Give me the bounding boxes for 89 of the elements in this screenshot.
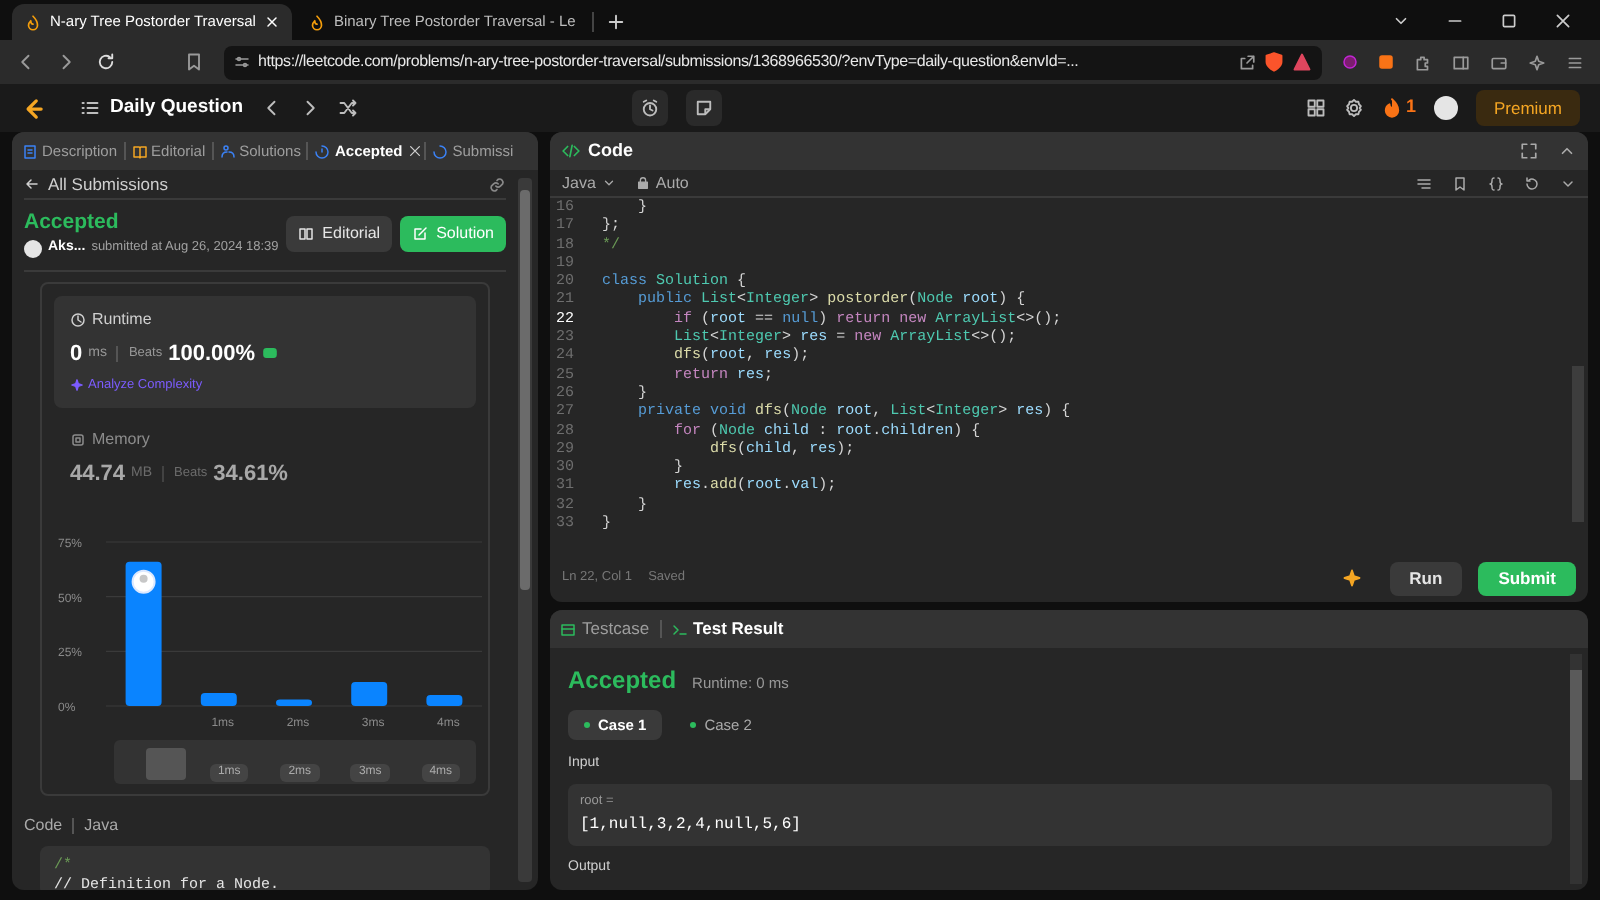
close-icon[interactable] — [1554, 12, 1572, 30]
grid-icon[interactable] — [1305, 98, 1326, 118]
list-icon[interactable] — [80, 98, 100, 118]
tab-icon — [314, 143, 331, 159]
flame-icon — [307, 13, 326, 31]
badge-icon — [261, 346, 278, 361]
sparkle-icon[interactable] — [1341, 568, 1362, 588]
code-icon — [562, 142, 580, 160]
reload-icon[interactable] — [96, 52, 116, 72]
note-button[interactable] — [685, 90, 722, 126]
chevron-down-icon[interactable] — [1392, 12, 1410, 30]
button-icon — [412, 226, 429, 243]
metric-value: 44.74 — [70, 459, 126, 490]
param-value: [1,null,3,2,4,null,5,6] — [580, 814, 803, 839]
mode-toggle[interactable]: Auto — [635, 171, 689, 195]
beats-value: 100.00% — [168, 339, 256, 369]
tab-icon — [671, 621, 688, 637]
streak-count: 1 — [1405, 94, 1416, 121]
chart-bar — [200, 693, 237, 707]
flame-icon — [1381, 98, 1402, 118]
lock-icon — [635, 176, 650, 190]
sparkle-icon — [70, 378, 84, 393]
submission-status: Accepted — [24, 210, 121, 234]
metric-icon — [70, 311, 86, 327]
alarm-icon — [639, 98, 660, 118]
shield-icon[interactable] — [1264, 52, 1284, 72]
panel-tab[interactable]: Test Result — [671, 616, 784, 642]
reset-icon[interactable] — [1524, 175, 1540, 191]
wallet-icon[interactable] — [1490, 53, 1508, 71]
code-label: Code — [24, 814, 63, 839]
beats-value: 34.61% — [213, 459, 288, 490]
address-field[interactable]: https://leetcode.com/problems/n-ary-tree-postorder-traversal/submissions/1368966530/?envType=daily-question&envId=... — [224, 45, 1322, 79]
avatar[interactable] — [24, 239, 42, 258]
chart-bar — [276, 699, 312, 707]
language-select[interactable]: Java — [562, 171, 616, 195]
user-marker-icon — [131, 570, 156, 595]
panel-tab[interactable]: Testcase — [560, 616, 650, 642]
metric-value: 0 — [70, 339, 83, 369]
arrow-left-icon — [24, 176, 40, 192]
back-link[interactable]: All Submissions — [24, 171, 168, 197]
share-icon[interactable] — [1238, 53, 1256, 71]
tab-icon — [560, 621, 576, 637]
tab-icon — [432, 143, 449, 159]
puzzle-icon[interactable] — [1414, 53, 1432, 71]
chart-bar — [351, 682, 388, 707]
chevron-up-icon[interactable] — [1558, 142, 1576, 160]
scrollbar[interactable] — [518, 178, 532, 882]
shuffle-icon[interactable] — [337, 98, 358, 118]
menu-icon[interactable] — [1566, 53, 1584, 71]
button-icon — [298, 226, 315, 243]
format-icon[interactable] — [1416, 175, 1432, 191]
sparkle-icon[interactable] — [1528, 53, 1546, 71]
bookmark-icon[interactable] — [1452, 175, 1468, 191]
expand-icon[interactable] — [1520, 142, 1538, 160]
alarm-button[interactable] — [631, 90, 668, 126]
braces-icon[interactable] — [1488, 175, 1504, 191]
chevron-down-icon[interactable] — [1560, 175, 1576, 191]
bookmark-icon[interactable] — [184, 52, 204, 72]
run-button[interactable]: Run — [1389, 561, 1463, 595]
metric-title: Runtime — [92, 307, 152, 331]
sidebar-icon[interactable] — [1452, 53, 1470, 71]
plus-icon[interactable] — [605, 12, 626, 32]
metric-icon — [70, 431, 86, 448]
flame-icon — [24, 13, 42, 31]
editorial-button[interactable]: Editorial — [286, 216, 393, 253]
maximize-icon[interactable] — [1500, 12, 1518, 30]
tab-icon — [22, 143, 38, 159]
settings-icon[interactable] — [1343, 98, 1364, 118]
close-icon[interactable] — [408, 144, 423, 158]
range-handle[interactable] — [146, 748, 186, 781]
note-icon — [693, 98, 714, 118]
link-icon[interactable] — [488, 175, 506, 193]
nav-title[interactable]: Daily Question — [110, 93, 244, 123]
panel-title: Code — [588, 137, 633, 164]
scrollbar[interactable] — [1570, 654, 1582, 884]
chevron-down-icon — [601, 176, 616, 190]
avatar[interactable] — [1433, 96, 1458, 120]
square-icon[interactable] — [1378, 54, 1394, 70]
premium-button[interactable]: Premium — [1475, 90, 1580, 126]
settings-sliders-icon — [234, 54, 250, 70]
close-icon[interactable] — [263, 14, 280, 30]
triangle-icon[interactable] — [1292, 52, 1312, 72]
metric-title: Memory — [92, 427, 150, 452]
tab-icon — [219, 143, 236, 159]
result-status: Accepted — [568, 664, 677, 698]
chart-bar — [426, 695, 463, 707]
tab-icon — [131, 143, 148, 159]
language-label: Java — [84, 814, 119, 839]
circle-icon[interactable] — [1342, 54, 1358, 70]
